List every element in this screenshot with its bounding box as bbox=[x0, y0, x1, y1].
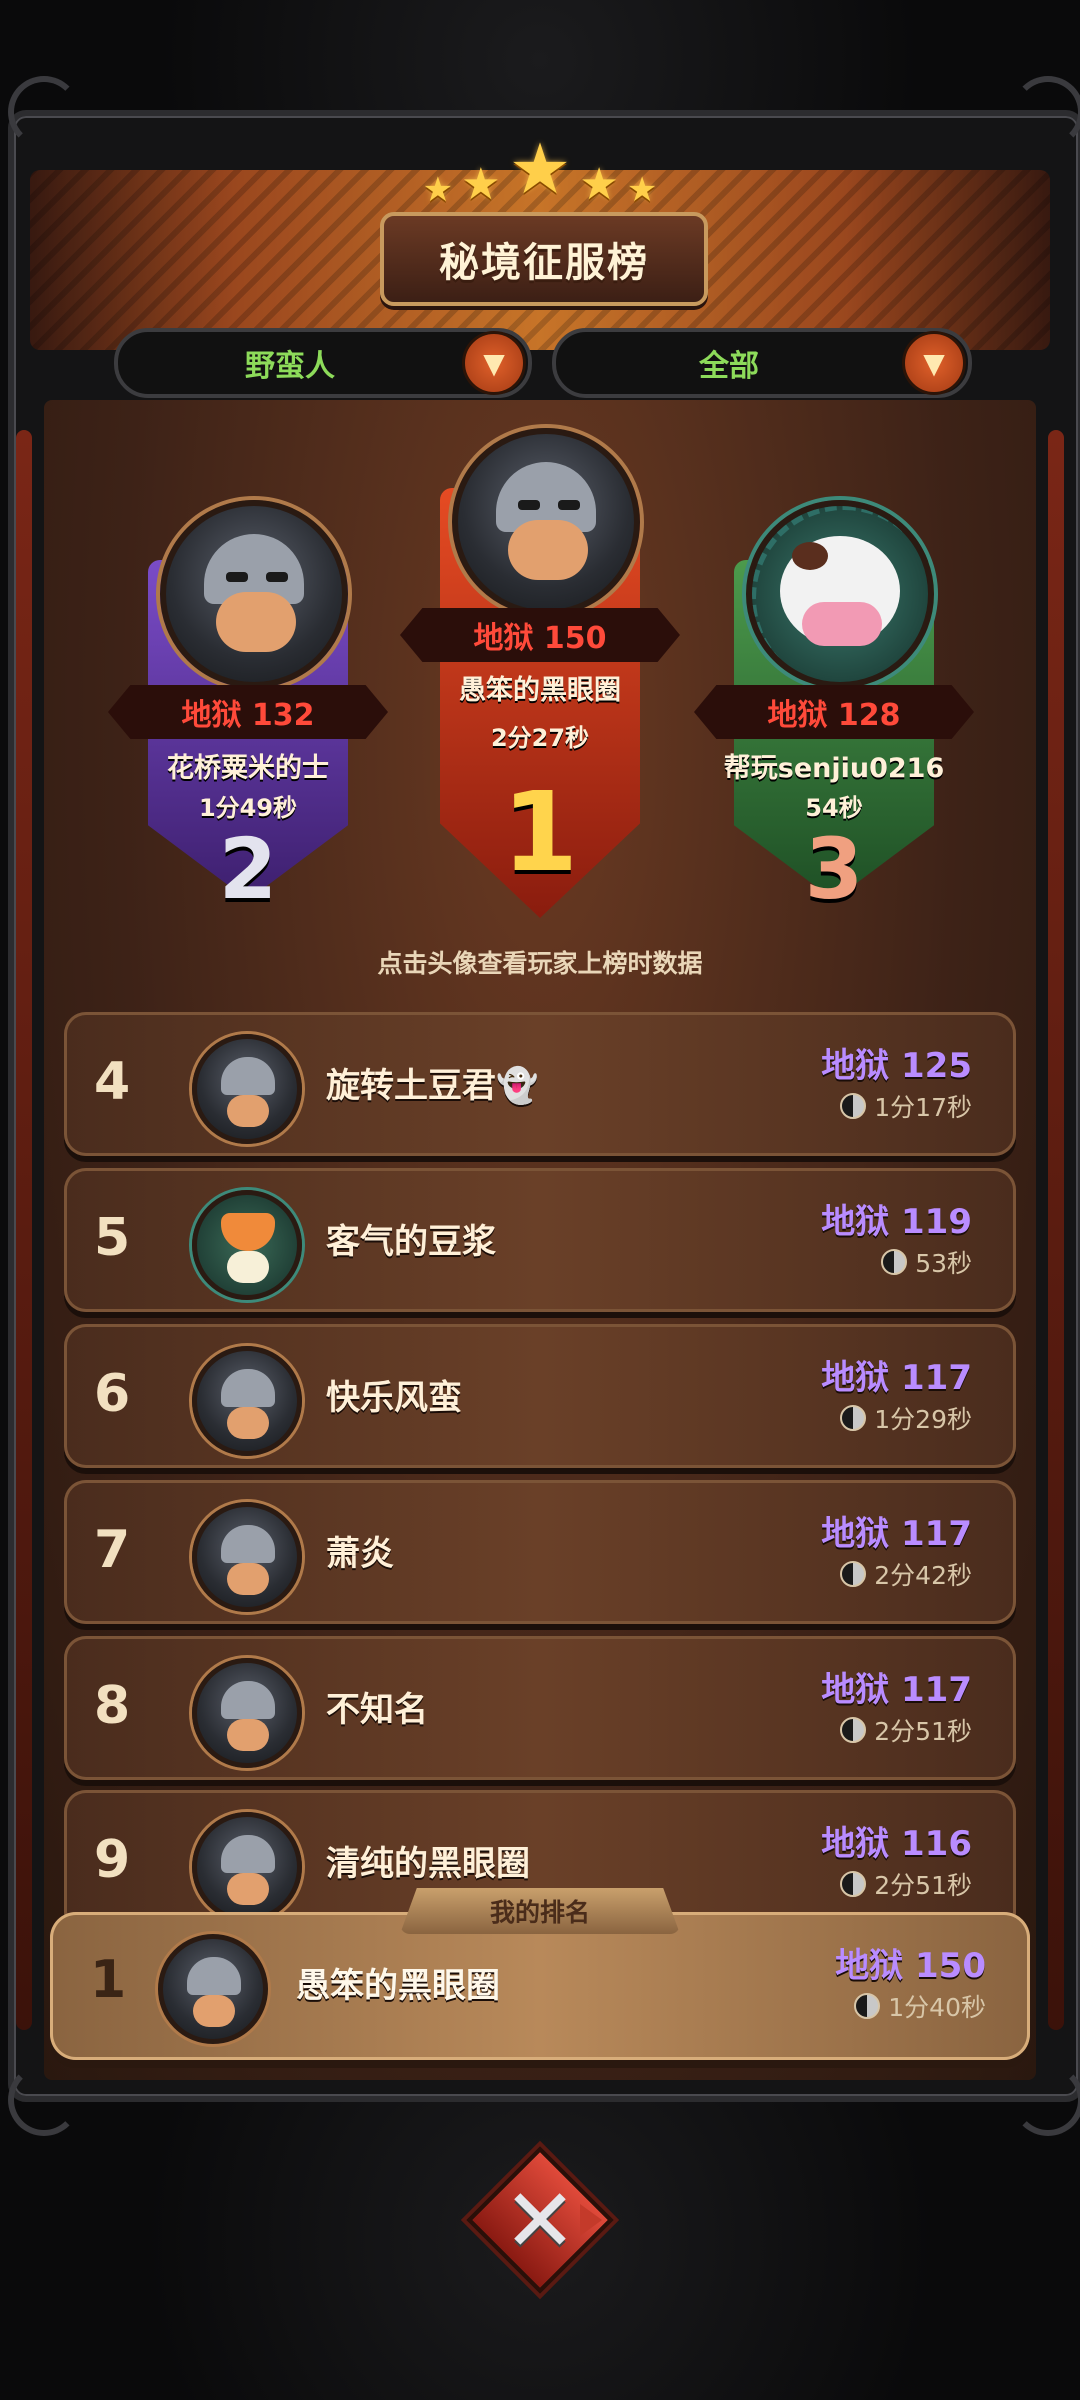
row-score: 地狱 117 bbox=[821, 1670, 972, 1710]
podium-score: 地狱 150 bbox=[400, 608, 680, 662]
button-ornament bbox=[580, 2204, 602, 2236]
avatar[interactable] bbox=[452, 428, 640, 616]
podium-score: 地狱 132 bbox=[108, 685, 388, 739]
row-time: 1分29秒 bbox=[840, 1400, 972, 1436]
row-player-name: 快乐风蛮 bbox=[326, 1378, 462, 1418]
star-icon: ★ bbox=[508, 128, 572, 210]
my-score: 地狱 150 bbox=[835, 1946, 986, 1986]
avatar[interactable] bbox=[192, 1658, 302, 1768]
podium-score: 地狱 128 bbox=[694, 685, 974, 739]
row-rank: 9 bbox=[94, 1830, 131, 1890]
podium-time: 54秒 bbox=[805, 794, 863, 822]
row-score: 地狱 119 bbox=[821, 1202, 972, 1242]
frame-corner-ornament bbox=[1012, 76, 1080, 148]
star-icon: ★ bbox=[579, 159, 619, 210]
frame-corner-ornament bbox=[8, 76, 80, 148]
table-row[interactable]: 6 快乐风蛮 地狱 117 1分29秒 bbox=[64, 1324, 1016, 1468]
star-icon: ★ bbox=[461, 159, 501, 210]
table-row[interactable]: 7 萧炎 地狱 117 2分42秒 bbox=[64, 1480, 1016, 1624]
class-filter-label: 野蛮人 bbox=[245, 349, 335, 384]
podium-player-name: 帮玩senjiu0216 bbox=[723, 753, 945, 784]
row-score: 地狱 117 bbox=[821, 1514, 972, 1554]
class-filter-dropdown[interactable]: 野蛮人 ▼ bbox=[114, 328, 532, 398]
row-time: 2分42秒 bbox=[840, 1556, 972, 1592]
chevron-down-icon[interactable]: ▼ bbox=[902, 331, 966, 395]
clock-icon bbox=[840, 1871, 867, 1897]
table-row[interactable]: 4 旋转土豆君👻 地狱 125 1分17秒 bbox=[64, 1012, 1016, 1156]
avatar[interactable] bbox=[160, 500, 348, 688]
row-time: 53秒 bbox=[881, 1244, 972, 1280]
clock-icon bbox=[881, 1249, 908, 1275]
avatar[interactable] bbox=[158, 1934, 268, 2044]
close-icon[interactable]: ✕ bbox=[503, 2169, 577, 2272]
scope-filter-label: 全部 bbox=[699, 349, 759, 384]
row-rank: 6 bbox=[94, 1364, 131, 1424]
my-time: 1分40秒 bbox=[854, 1988, 986, 2024]
my-rank-row[interactable]: 1 愚笨的黑眼圈 地狱 150 1分40秒 bbox=[50, 1912, 1030, 2060]
avatar[interactable] bbox=[746, 500, 934, 688]
row-score: 地狱 125 bbox=[821, 1046, 972, 1086]
my-rank-tag: 我的排名 bbox=[400, 1888, 680, 1934]
podium-time: 1分49秒 bbox=[198, 794, 298, 822]
clock-icon bbox=[840, 1093, 867, 1119]
chevron-down-icon[interactable]: ▼ bbox=[462, 331, 526, 395]
row-player-name: 不知名 bbox=[326, 1690, 428, 1730]
avatar[interactable] bbox=[192, 1346, 302, 1456]
clock-icon bbox=[840, 1405, 867, 1431]
my-rank-number: 1 bbox=[90, 1950, 127, 2010]
scope-filter-dropdown[interactable]: 全部 ▼ bbox=[552, 328, 972, 398]
avatar[interactable] bbox=[192, 1034, 302, 1144]
row-score: 地狱 117 bbox=[821, 1358, 972, 1398]
close-button[interactable]: ✕ bbox=[466, 2146, 614, 2294]
my-player-name: 愚笨的黑眼圈 bbox=[296, 1966, 500, 2006]
row-time: 2分51秒 bbox=[840, 1712, 972, 1748]
star-icon: ★ bbox=[422, 170, 454, 210]
clock-icon bbox=[840, 1717, 867, 1743]
row-rank: 4 bbox=[94, 1052, 131, 1112]
clock-icon bbox=[854, 1993, 881, 2019]
table-row[interactable]: 8 不知名 地狱 117 2分51秒 bbox=[64, 1636, 1016, 1780]
row-score: 地狱 116 bbox=[821, 1824, 972, 1864]
podium-rank-number: 2 bbox=[218, 820, 278, 918]
side-rail bbox=[1048, 430, 1064, 2030]
podium-rank-number: 3 bbox=[804, 820, 864, 918]
podium-player-name: 花桥粟米的士 bbox=[167, 753, 329, 784]
row-player-name: 客气的豆浆 bbox=[326, 1222, 496, 1262]
podium-hint-text: 点击头像查看玩家上榜时数据 bbox=[377, 949, 703, 978]
clock-icon bbox=[840, 1561, 867, 1587]
page-title-plate: 秘境征服榜 bbox=[380, 212, 708, 306]
podium-player-name: 愚笨的黑眼圈 bbox=[459, 675, 621, 706]
row-time: 1分17秒 bbox=[840, 1088, 972, 1124]
avatar[interactable] bbox=[192, 1502, 302, 1612]
row-player-name: 旋转土豆君👻 bbox=[326, 1066, 539, 1106]
row-rank: 5 bbox=[94, 1208, 131, 1268]
row-player-name: 萧炎 bbox=[326, 1534, 394, 1574]
rating-stars: ★ ★ ★ ★ ★ bbox=[400, 128, 680, 210]
top-background bbox=[0, 0, 1080, 120]
star-icon: ★ bbox=[626, 170, 658, 210]
podium-time: 2分27秒 bbox=[490, 724, 590, 752]
table-row[interactable]: 5 客气的豆浆 地狱 119 53秒 bbox=[64, 1168, 1016, 1312]
page-title: 秘境征服榜 bbox=[439, 240, 649, 286]
row-rank: 7 bbox=[94, 1520, 131, 1580]
podium-rank-number: 1 bbox=[501, 768, 579, 896]
avatar[interactable] bbox=[192, 1190, 302, 1300]
row-player-name: 清纯的黑眼圈 bbox=[326, 1844, 530, 1884]
row-rank: 8 bbox=[94, 1676, 131, 1736]
side-rail bbox=[16, 430, 32, 2030]
row-time: 2分51秒 bbox=[840, 1866, 972, 1902]
avatar[interactable] bbox=[192, 1812, 302, 1922]
